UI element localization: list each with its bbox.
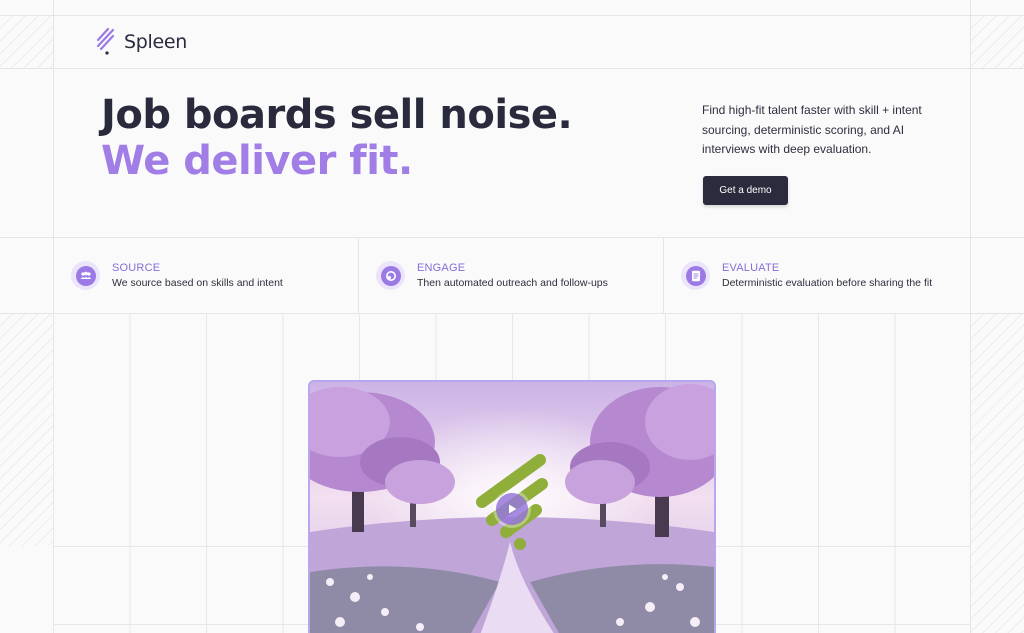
users-icon: [71, 261, 100, 290]
hero-description: Find high-fit talent faster with skill +…: [702, 103, 922, 156]
feature-title: SOURCE: [112, 262, 161, 274]
get-demo-button[interactable]: Get a demo: [703, 176, 788, 205]
feature-engage: ENGAGE Then automated outreach and follo…: [358, 238, 663, 313]
feature-description: Deterministic evaluation before sharing …: [722, 277, 933, 289]
feature-source: SOURCE We source based on skills and int…: [53, 238, 358, 313]
spleen-logo-icon: [96, 27, 115, 55]
feature-title: ENGAGE: [417, 262, 466, 274]
play-icon[interactable]: [496, 493, 528, 525]
chat-icon: [376, 261, 405, 290]
brand-name: Spleen: [124, 31, 188, 53]
frame-line: [0, 15, 1024, 16]
hero-title: Job boards sell noise. We deliver fit.: [101, 92, 573, 184]
feature-description: Then automated outreach and follow-ups: [417, 277, 608, 289]
frame-line: [0, 68, 1024, 69]
intro-video[interactable]: [308, 380, 716, 633]
brand-logo[interactable]: Spleen: [96, 27, 187, 57]
feature-evaluate: EVALUATE Deterministic evaluation before…: [663, 238, 970, 313]
decorative-hatch: [0, 15, 53, 69]
feature-title: EVALUATE: [722, 262, 780, 274]
hero-title-line2: We deliver fit.: [101, 138, 413, 184]
hero-title-line1: Job boards sell noise.: [101, 92, 573, 138]
document-icon: [681, 261, 710, 290]
feature-description: We source based on skills and intent: [112, 277, 283, 289]
decorative-hatch: [0, 313, 53, 546]
decorative-hatch: [971, 15, 1024, 69]
decorative-hatch: [971, 313, 1024, 633]
